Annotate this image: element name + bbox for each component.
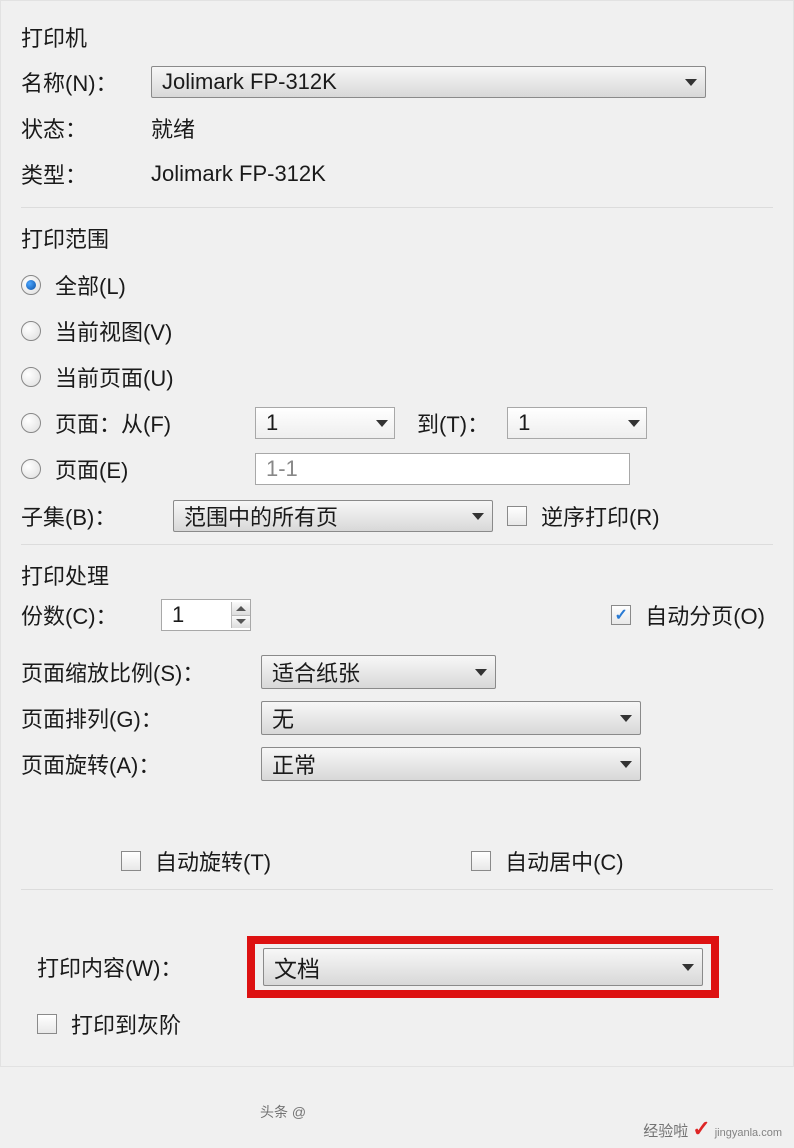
- highlight-box: 文档: [247, 936, 719, 998]
- printer-title: 打印机: [21, 21, 773, 53]
- chevron-down-icon: [472, 513, 484, 520]
- range-all-label: 全部(L): [55, 269, 126, 301]
- range-to-label: 到(T)：: [417, 407, 489, 439]
- auto-rotate-label: 自动旋转(T): [155, 845, 271, 877]
- range-current-page-label: 当前页面(U): [55, 361, 174, 393]
- print-range-section: 打印范围 全部(L) 当前视图(V) 当前页面(U) 页面：从(F) 1 到(T…: [21, 222, 773, 532]
- scale-label: 页面缩放比例(S)：: [21, 656, 261, 688]
- chevron-down-icon: [475, 669, 487, 676]
- printer-name-value: Jolimark FP-312K: [162, 69, 337, 95]
- printer-name-label: 名称(N)：: [21, 66, 151, 98]
- chevron-down-icon: [376, 420, 388, 427]
- headline-watermark: 头条 @: [260, 1102, 306, 1122]
- auto-center-checkbox[interactable]: [471, 851, 491, 871]
- printer-type-value: Jolimark FP-312K: [151, 161, 326, 187]
- content-what-value: 文档: [274, 950, 320, 984]
- chevron-down-icon: [628, 420, 640, 427]
- printer-section: 打印机 名称(N)： Jolimark FP-312K 状态： 就绪 类型： J…: [21, 21, 773, 195]
- collate-checkbox[interactable]: [611, 605, 631, 625]
- range-pages-e-value: 1-1: [266, 456, 298, 482]
- print-content-section: 打印内容(W)： 文档 打印到灰阶: [21, 920, 773, 1056]
- scale-select[interactable]: 适合纸张: [261, 655, 496, 689]
- copies-label: 份数(C)：: [21, 599, 161, 631]
- subset-select[interactable]: 范围中的所有页: [173, 500, 493, 532]
- range-to-value: 1: [518, 410, 530, 436]
- range-title: 打印范围: [21, 222, 773, 254]
- content-what-select[interactable]: 文档: [263, 948, 703, 986]
- range-current-page-radio[interactable]: [21, 367, 41, 387]
- range-all-radio[interactable]: [21, 275, 41, 295]
- collate-label: 自动分页(O): [645, 599, 765, 631]
- range-pages-from-radio[interactable]: [21, 413, 41, 433]
- printer-type-label: 类型：: [21, 158, 151, 190]
- range-pages-from-label: 页面：从(F): [55, 407, 255, 439]
- watermark: 经验啦 ✓ jingyanla.com: [643, 1116, 782, 1142]
- handling-title: 打印处理: [21, 559, 773, 591]
- chevron-down-icon: [685, 79, 697, 86]
- chevron-down-icon: [620, 761, 632, 768]
- watermark-domain: jingyanla.com: [715, 1127, 782, 1139]
- range-to-input[interactable]: 1: [507, 407, 647, 439]
- chevron-down-icon: [682, 964, 694, 971]
- check-icon: ✓: [692, 1116, 710, 1142]
- range-from-value: 1: [266, 410, 278, 436]
- range-pages-e-input[interactable]: 1-1: [255, 453, 630, 485]
- range-from-input[interactable]: 1: [255, 407, 395, 439]
- spinner-down-icon[interactable]: [232, 615, 250, 629]
- print-handling-section: 打印处理 份数(C)： 1 自动分页(O) 页面缩放比例(S)： 适合纸张: [21, 559, 773, 877]
- copies-value: 1: [172, 602, 184, 628]
- printer-status-value: 就绪: [151, 112, 195, 144]
- copies-spinner[interactable]: 1: [161, 599, 251, 631]
- auto-rotate-checkbox[interactable]: [121, 851, 141, 871]
- content-what-label: 打印内容(W)：: [37, 951, 247, 983]
- range-current-view-radio[interactable]: [21, 321, 41, 341]
- printer-status-label: 状态：: [21, 112, 151, 144]
- printer-name-select[interactable]: Jolimark FP-312K: [151, 66, 706, 98]
- rotate-select[interactable]: 正常: [261, 747, 641, 781]
- subset-value: 范围中的所有页: [184, 500, 338, 532]
- grayscale-label: 打印到灰阶: [71, 1008, 181, 1040]
- auto-center-label: 自动居中(C): [505, 845, 624, 877]
- reverse-checkbox[interactable]: [507, 506, 527, 526]
- watermark-brand: 经验啦: [643, 1120, 688, 1141]
- grayscale-checkbox[interactable]: [37, 1014, 57, 1034]
- layout-select[interactable]: 无: [261, 701, 641, 735]
- chevron-down-icon: [620, 715, 632, 722]
- range-current-view-label: 当前视图(V): [55, 315, 172, 347]
- rotate-value: 正常: [272, 748, 316, 780]
- subset-label: 子集(B)：: [21, 500, 173, 532]
- reverse-label: 逆序打印(R): [541, 500, 660, 532]
- range-pages-e-radio[interactable]: [21, 459, 41, 479]
- spinner-up-icon[interactable]: [232, 602, 250, 615]
- layout-value: 无: [272, 702, 294, 734]
- range-pages-e-label: 页面(E): [55, 453, 255, 485]
- scale-value: 适合纸张: [272, 656, 360, 688]
- layout-label: 页面排列(G)：: [21, 702, 261, 734]
- rotate-label: 页面旋转(A)：: [21, 748, 261, 780]
